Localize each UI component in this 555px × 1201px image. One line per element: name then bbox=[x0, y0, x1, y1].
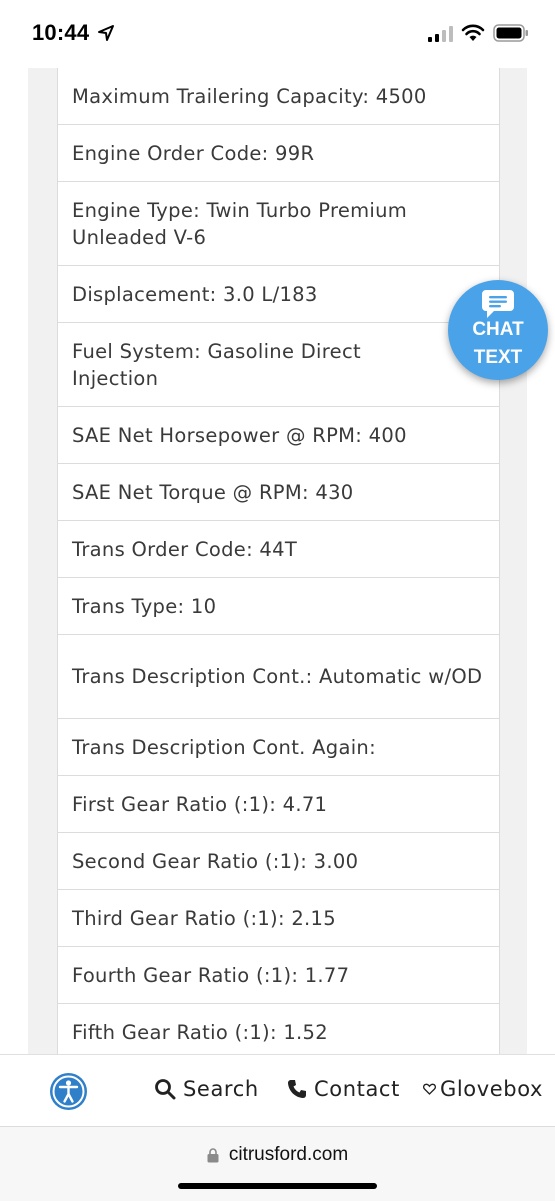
spec-text: Displacement: 3.0 L/183 bbox=[72, 282, 318, 306]
text-label: TEXT bbox=[473, 347, 523, 368]
spec-row: Engine Type: Twin Turbo Premium Unleaded… bbox=[58, 182, 499, 266]
chat-text-button[interactable]: CHAT TEXT bbox=[448, 280, 548, 380]
heart-icon bbox=[423, 1083, 436, 1095]
signal-icon bbox=[428, 26, 453, 42]
spec-row: Fifth Gear Ratio (:1): 1.52 bbox=[58, 1004, 499, 1054]
location-arrow-icon bbox=[98, 25, 114, 41]
url-display[interactable]: citrusford.com bbox=[0, 1144, 555, 1169]
spec-row: Trans Description Cont. Again: bbox=[58, 719, 499, 776]
search-link[interactable]: Search bbox=[154, 1077, 259, 1101]
spec-row: Fourth Gear Ratio (:1): 1.77 bbox=[58, 947, 499, 1004]
contact-link[interactable]: Contact bbox=[287, 1077, 400, 1101]
chat-bubble-icon bbox=[482, 290, 514, 318]
spec-row: Fuel System: Gasoline Direct Injection bbox=[58, 323, 499, 407]
spec-text: Engine Order Code: 99R bbox=[72, 141, 315, 165]
spec-text: Second Gear Ratio (:1): 3.00 bbox=[72, 849, 359, 873]
spec-text: Fourth Gear Ratio (:1): 1.77 bbox=[72, 963, 350, 987]
bottom-nav: Search Contact Glovebox bbox=[0, 1054, 555, 1127]
specs-table: Maximum Trailering Capacity: 4500 Engine… bbox=[57, 68, 500, 1054]
search-icon bbox=[155, 1079, 176, 1100]
search-label: Search bbox=[183, 1077, 259, 1101]
spec-row: First Gear Ratio (:1): 4.71 bbox=[58, 776, 499, 833]
spec-row: Engine Order Code: 99R bbox=[58, 125, 499, 182]
browser-url-bar: citrusford.com bbox=[0, 1126, 555, 1201]
wifi-icon bbox=[461, 24, 485, 41]
spec-text: Third Gear Ratio (:1): 2.15 bbox=[72, 906, 336, 930]
spec-row: Trans Type: 10 bbox=[58, 578, 499, 635]
contact-label: Contact bbox=[314, 1077, 400, 1101]
glovebox-label: Glovebox bbox=[440, 1077, 544, 1101]
specs-section: Maximum Trailering Capacity: 4500 Engine… bbox=[28, 68, 527, 1054]
spec-row: Second Gear Ratio (:1): 3.00 bbox=[58, 833, 499, 890]
spec-text: First Gear Ratio (:1): 4.71 bbox=[72, 792, 328, 816]
accessibility-button[interactable] bbox=[50, 1073, 87, 1110]
spec-row: Trans Order Code: 44T bbox=[58, 521, 499, 578]
spec-text: Fuel System: Gasoline Direct Injection bbox=[72, 339, 361, 390]
url-domain: citrusford.com bbox=[228, 1144, 349, 1165]
spec-text: Maximum Trailering Capacity: 4500 bbox=[72, 84, 427, 108]
home-indicator[interactable] bbox=[178, 1183, 377, 1189]
spec-row: Trans Description Cont.: Automatic w/OD bbox=[58, 635, 499, 719]
phone-icon bbox=[288, 1080, 306, 1098]
lock-icon bbox=[207, 1147, 219, 1162]
spec-text: SAE Net Torque @ RPM: 430 bbox=[72, 480, 354, 504]
spec-text: Trans Description Cont.: Automatic w/OD bbox=[72, 665, 483, 688]
spec-text: Trans Description Cont. Again: bbox=[72, 735, 376, 759]
battery-icon bbox=[493, 24, 528, 42]
spec-row: SAE Net Horsepower @ RPM: 400 bbox=[58, 407, 499, 464]
spec-row: Third Gear Ratio (:1): 2.15 bbox=[58, 890, 499, 947]
spec-text: Trans Type: 10 bbox=[72, 594, 217, 618]
accessibility-icon bbox=[52, 1075, 85, 1108]
status-bar: 10:44 bbox=[0, 0, 555, 68]
spec-text: Trans Order Code: 44T bbox=[72, 537, 298, 561]
spec-row: Maximum Trailering Capacity: 4500 bbox=[58, 68, 499, 125]
spec-text: SAE Net Horsepower @ RPM: 400 bbox=[72, 423, 407, 447]
chat-label: CHAT bbox=[472, 319, 524, 340]
glovebox-link[interactable]: Glovebox bbox=[423, 1077, 543, 1101]
spec-text: Fifth Gear Ratio (:1): 1.52 bbox=[72, 1020, 328, 1044]
status-time: 10:44 bbox=[32, 20, 90, 45]
spec-row: SAE Net Torque @ RPM: 430 bbox=[58, 464, 499, 521]
spec-row: Displacement: 3.0 L/183 bbox=[58, 266, 499, 323]
spec-text: Engine Type: Twin Turbo Premium Unleaded… bbox=[72, 198, 408, 249]
